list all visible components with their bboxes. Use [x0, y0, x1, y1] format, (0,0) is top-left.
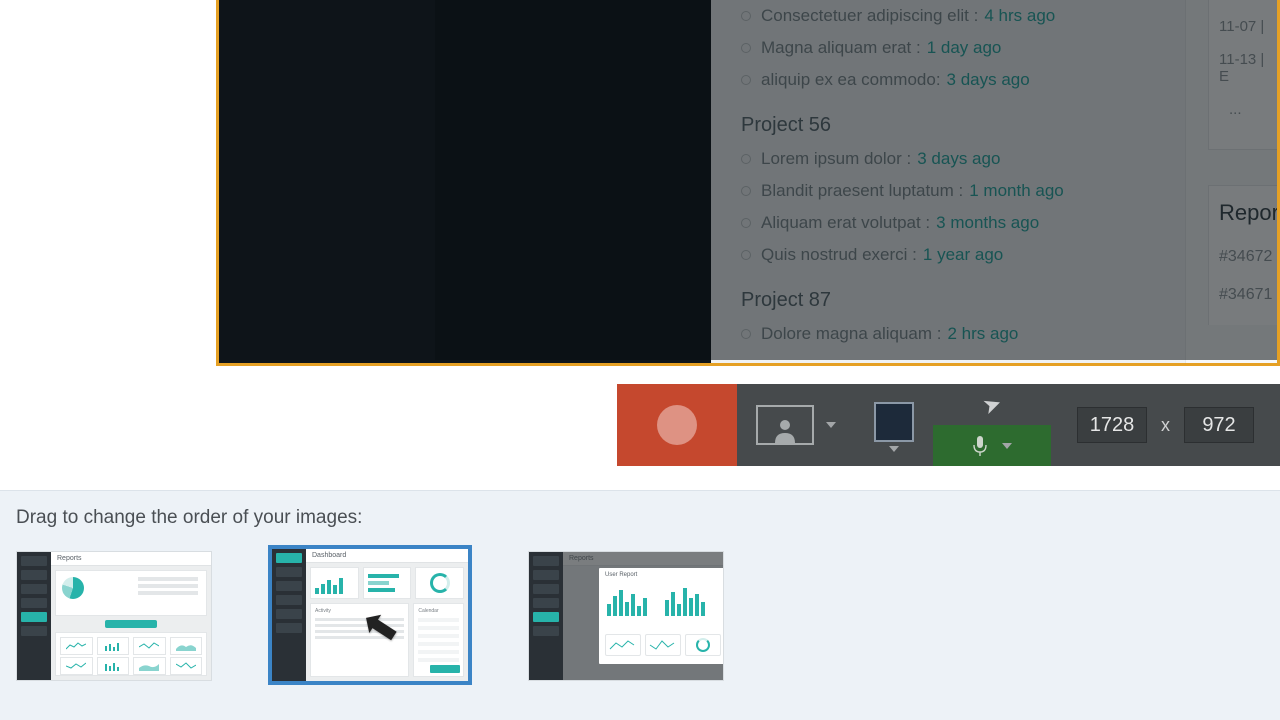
- feed-text: Consectetuer adipiscing elit :: [761, 6, 978, 26]
- feed-text: Dolore magna aliquam :: [761, 324, 941, 344]
- feed-text: Magna aliquam erat :: [761, 38, 921, 58]
- feed-time: 2 hrs ago: [947, 324, 1018, 344]
- activity-feed-panel: Consectetuer adipiscing elit :4 hrs ago …: [711, 0, 1277, 363]
- feed-time: 4 hrs ago: [984, 6, 1055, 26]
- dimensions-group: x: [1051, 384, 1280, 466]
- thumb-header: Reports: [51, 552, 211, 566]
- chevron-down-icon: [889, 446, 899, 452]
- cursor-toggle[interactable]: ➤: [933, 384, 1051, 425]
- feed-item: Blandit praesent luptatum : 1 month ago: [741, 175, 1138, 207]
- bullet-icon: [741, 43, 751, 53]
- side-dots: ...: [1219, 93, 1277, 118]
- feed-item: Lorem ipsum dolor : 3 days ago: [741, 143, 1138, 175]
- thumbnail-user-report[interactable]: Reports User Report: [528, 551, 724, 681]
- feed-time: 1 day ago: [927, 38, 1002, 58]
- drag-instruction: Drag to change the order of your images:: [16, 507, 1264, 529]
- bullet-icon: [741, 329, 751, 339]
- thumb-sidebar: [529, 552, 563, 680]
- side-date-row: 11-13 | E: [1219, 43, 1277, 93]
- dimensions-separator: x: [1161, 415, 1170, 436]
- feed-item: Consectetuer adipiscing elit : 4 hrs ago: [741, 0, 1138, 32]
- screen-select[interactable]: [855, 384, 933, 466]
- bullet-icon: [741, 154, 751, 164]
- thumb-modal-title: User Report: [599, 568, 724, 582]
- microphone-icon: [972, 435, 988, 457]
- feed-text: Aliquam erat volutpat :: [761, 213, 930, 233]
- thumb-sidebar: [272, 549, 306, 681]
- width-input[interactable]: [1077, 407, 1147, 443]
- bullet-icon: [741, 250, 751, 260]
- feed-text: aliquip ex ea commodo:: [761, 70, 941, 90]
- bullet-icon: [741, 75, 751, 85]
- thumbnail-panel: Drag to change the order of your images:…: [0, 490, 1280, 720]
- feed-item: Magna aliquam erat : 1 day ago: [741, 32, 1138, 64]
- thumb-modal: User Report: [599, 568, 724, 664]
- side-panel: 11-07 | 11-13 | E ... Report #34672 #346…: [1185, 0, 1277, 363]
- feed-time: 3 days ago: [917, 149, 1000, 169]
- feed-time: 1 year ago: [923, 245, 1003, 265]
- project-heading: Project 87: [741, 271, 1138, 318]
- recorder-control-bar: ➤ x: [617, 384, 1280, 466]
- side-dates-box: 11-07 | 11-13 | E ...: [1208, 0, 1277, 150]
- screen-icon: [874, 402, 914, 442]
- feed-text: Lorem ipsum dolor :: [761, 149, 911, 169]
- webcam-toggle[interactable]: [737, 384, 855, 466]
- webcam-icon: [756, 405, 814, 445]
- feed-text: Quis nostrud exerci :: [761, 245, 917, 265]
- bullet-icon: [741, 186, 751, 196]
- microphone-toggle[interactable]: [933, 425, 1051, 466]
- bullet-icon: [741, 218, 751, 228]
- chevron-down-icon: [1002, 443, 1012, 449]
- feed-time: 1 month ago: [969, 181, 1064, 201]
- record-icon: [657, 405, 697, 445]
- thumbnail-row: Reports: [16, 551, 1264, 685]
- side-report-id: #34672: [1219, 238, 1277, 276]
- thumbnail-reports[interactable]: Reports: [16, 551, 212, 681]
- thumb-sidebar: [17, 552, 51, 680]
- feed-time: 3 months ago: [936, 213, 1039, 233]
- feed-text: Blandit praesent luptatum :: [761, 181, 963, 201]
- capture-frame: Consectetuer adipiscing elit :4 hrs ago …: [216, 0, 1280, 366]
- feed-item: Dolore magna aliquam : 2 hrs ago: [741, 318, 1138, 350]
- height-input[interactable]: [1184, 407, 1254, 443]
- side-report-id: #34671: [1219, 276, 1277, 314]
- cursor-mic-group: ➤: [933, 384, 1051, 466]
- side-reports-box: Report #34672 #34671: [1208, 185, 1277, 325]
- feed-time: 3 days ago: [947, 70, 1030, 90]
- side-date-row: 11-07 |: [1219, 10, 1277, 43]
- feed-item: aliquip ex ea commodo: 3 days ago: [741, 64, 1138, 96]
- bullet-icon: [741, 11, 751, 21]
- project-heading: Project 56: [741, 96, 1138, 143]
- chevron-down-icon: [826, 422, 836, 428]
- side-reports-title: Report: [1219, 200, 1277, 238]
- thumbnail-dashboard-selected[interactable]: Dashboard Activity Calendar: [268, 545, 472, 685]
- captured-app: Consectetuer adipiscing elit :4 hrs ago …: [219, 0, 1277, 363]
- cursor-icon: ➤: [979, 389, 1005, 420]
- feed-item: Aliquam erat volutpat : 3 months ago: [741, 207, 1138, 239]
- thumb-header: Dashboard: [306, 549, 468, 563]
- record-button[interactable]: [617, 384, 737, 466]
- recorder-preview-area: Consectetuer adipiscing elit :4 hrs ago …: [0, 0, 1280, 490]
- feed-item: Quis nostrud exerci : 1 year ago: [741, 239, 1138, 271]
